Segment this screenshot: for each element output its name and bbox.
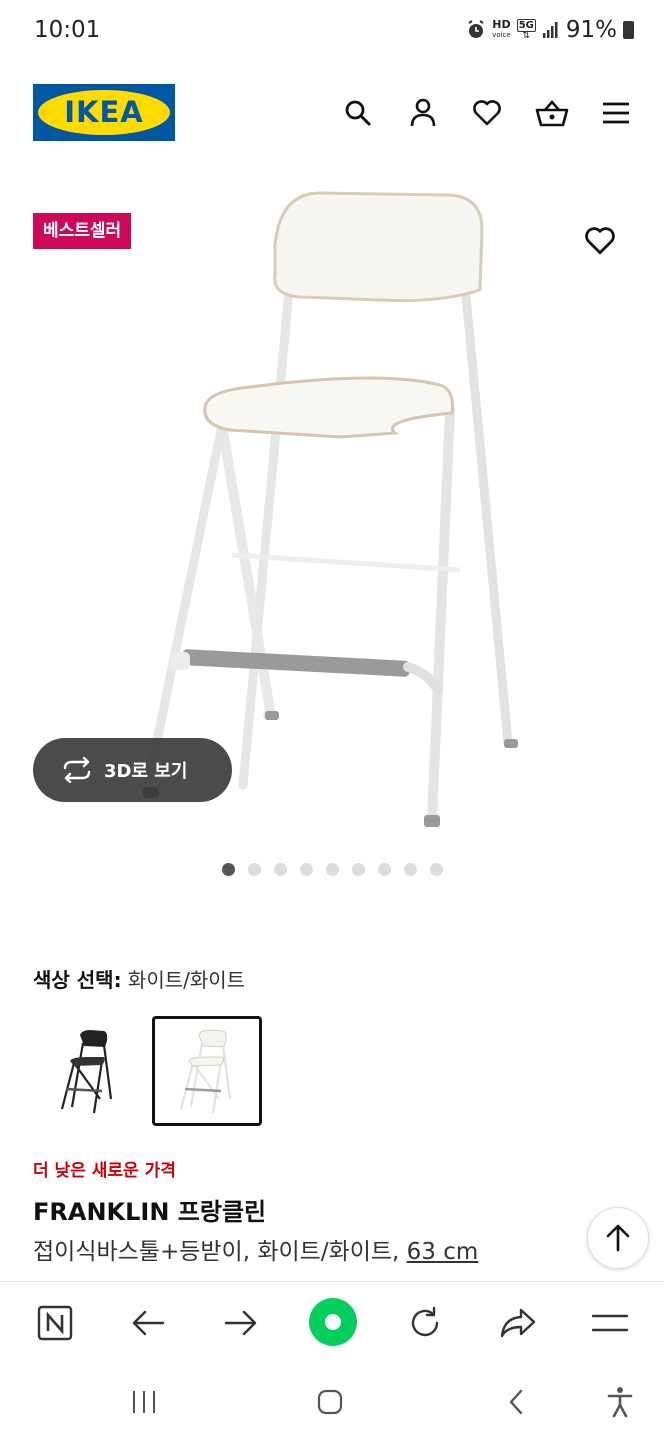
carousel-dot[interactable]: [404, 863, 417, 876]
logo-text: IKEA: [64, 95, 144, 129]
user-icon[interactable]: [405, 95, 441, 131]
new-lower-price-label: 더 낮은 새로운 가격: [33, 1161, 176, 1181]
forward-icon[interactable]: [219, 1301, 263, 1345]
signal-icon: [542, 22, 558, 38]
color-select-label: 색상 선택:: [33, 968, 122, 992]
carousel-dot[interactable]: [274, 863, 287, 876]
menu-icon[interactable]: [598, 95, 634, 131]
carousel-dot[interactable]: [430, 863, 443, 876]
status-bar: 10:01 HD voice 5G ⇅ 91%: [0, 0, 664, 64]
carousel-dot[interactable]: [352, 863, 365, 876]
bestseller-badge: 베스트셀러: [33, 213, 132, 249]
search-icon[interactable]: [340, 95, 376, 131]
color-select-line: 색상 선택: 화이트/화이트: [33, 964, 245, 993]
product-description: 접이식바스툴+등받이, 화이트/화이트, 63 cm: [33, 1232, 478, 1266]
back-icon[interactable]: [126, 1301, 170, 1345]
battery-level: 91%: [565, 17, 617, 43]
scroll-to-top-button[interactable]: [587, 1207, 649, 1269]
accessibility-icon[interactable]: [600, 1385, 640, 1419]
view-3d-button[interactable]: 3D로 보기: [33, 738, 232, 802]
color-option-black[interactable]: [33, 1016, 143, 1126]
home-icon[interactable]: [310, 1385, 350, 1419]
rotate-3d-icon: [63, 757, 91, 783]
alarm-icon: [468, 20, 484, 38]
heart-icon[interactable]: [469, 95, 505, 131]
network-indicator: 5G ⇅: [516, 19, 536, 41]
recents-icon[interactable]: [124, 1385, 164, 1419]
carousel-dot[interactable]: [222, 863, 235, 876]
status-time: 10:01: [34, 17, 101, 43]
nav-back-icon[interactable]: [496, 1385, 536, 1419]
carousel-dot[interactable]: [248, 863, 261, 876]
reload-icon[interactable]: [403, 1301, 447, 1345]
white-stool-thumbnail: [179, 1029, 232, 1113]
hd-voice-indicator: HD voice: [492, 18, 511, 39]
color-select-value: 화이트/화이트: [127, 968, 246, 992]
carousel-dot[interactable]: [378, 863, 391, 876]
home-dot-icon[interactable]: [309, 1298, 357, 1346]
basket-icon[interactable]: [534, 95, 570, 131]
product-name: FRANKLIN 프랑클린: [33, 1198, 267, 1226]
favorite-heart-icon[interactable]: [584, 226, 618, 260]
product-size-link[interactable]: 63 cm: [407, 1239, 479, 1265]
home-dot-inner: [325, 1314, 341, 1330]
color-option-white[interactable]: [152, 1016, 262, 1126]
product-description-text: 접이식바스툴+등받이, 화이트/화이트,: [33, 1239, 400, 1265]
browser-menu-icon[interactable]: [588, 1301, 632, 1345]
arrow-up-icon: [606, 1224, 630, 1252]
carousel-dot[interactable]: [326, 863, 339, 876]
naver-icon[interactable]: [33, 1301, 77, 1345]
status-icons: HD voice 5G ⇅ 91%: [466, 17, 634, 43]
view-3d-label: 3D로 보기: [104, 761, 188, 782]
share-icon[interactable]: [496, 1301, 540, 1345]
ikea-logo[interactable]: IKEA: [33, 84, 175, 141]
battery-icon: [623, 21, 634, 39]
black-stool-thumbnail: [60, 1030, 113, 1113]
image-carousel-indicator[interactable]: [222, 863, 443, 876]
carousel-dot[interactable]: [300, 863, 313, 876]
